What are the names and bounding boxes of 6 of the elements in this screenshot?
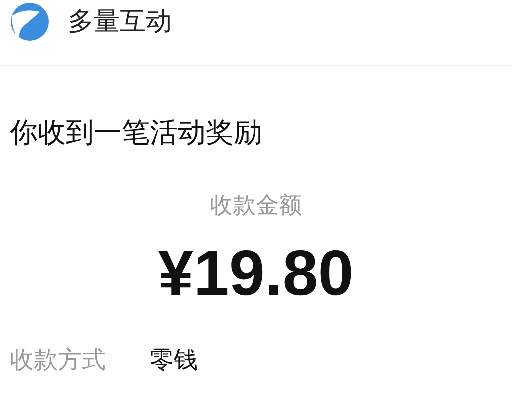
detail-label: 收款方式 — [10, 346, 106, 376]
app-name: 多量互动 — [68, 5, 172, 38]
detail-value: 零钱 — [150, 346, 198, 376]
message-title: 你收到一笔活动奖励 — [10, 117, 262, 148]
amount-label: 收款金额 — [210, 191, 302, 220]
amount: ¥19.80 — [158, 240, 354, 304]
